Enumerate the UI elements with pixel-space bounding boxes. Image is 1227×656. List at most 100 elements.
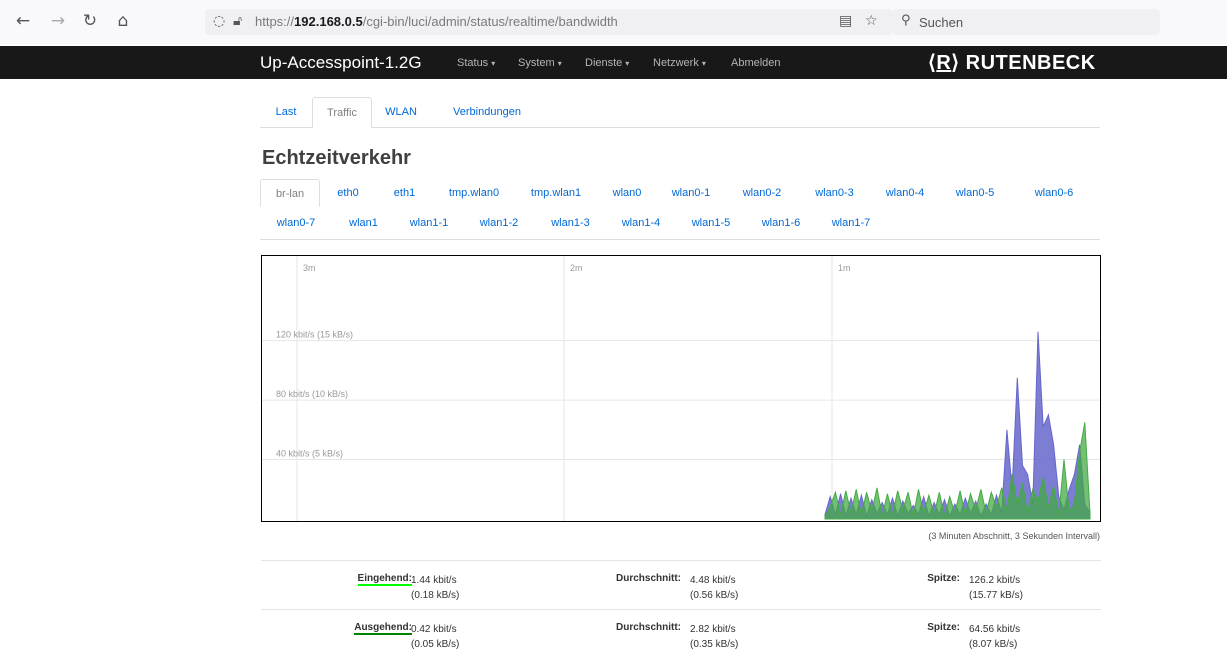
menu-dienste[interactable]: Dienste ▾: [585, 57, 629, 69]
incoming-label: Eingehend:: [357, 573, 412, 586]
outgoing-peak-label: Spitze:: [927, 622, 960, 633]
incoming-current-kbit: 1.44 kbit/s: [411, 575, 457, 586]
incoming-peak: 126.2 kbit/s (15.77 kB/s): [969, 573, 1023, 603]
outgoing-average-label: Durchschnitt:: [616, 622, 681, 633]
interface-tab-wlan1[interactable]: wlan1: [332, 209, 395, 237]
outgoing-average: 2.82 kbit/s (0.35 kB/s): [690, 622, 738, 652]
incoming-peak-kbit: 126.2 kbit/s: [969, 575, 1021, 586]
interface-tab-tmp-wlan1[interactable]: tmp.wlan1: [515, 179, 597, 207]
outgoing-average-kb: (0.35 kB/s): [690, 639, 739, 650]
menu-status[interactable]: Status ▾: [457, 57, 495, 69]
interface-tab-br-lan[interactable]: br-lan: [260, 179, 320, 207]
outgoing-current: 0.42 kbit/s (0.05 kB/s): [411, 622, 459, 652]
interface-tab-wlan1-1[interactable]: wlan1-1: [395, 209, 463, 237]
incoming-average-label: Durchschnitt:: [616, 573, 681, 584]
logo-text: RUTENBECK: [965, 52, 1096, 74]
incoming-average: 4.48 kbit/s (0.56 kB/s): [690, 573, 738, 603]
outgoing-label: Ausgehend:: [354, 622, 412, 635]
stats-row-incoming: Eingehend: 1.44 kbit/s (0.18 kB/s) Durchs…: [261, 560, 1101, 607]
outgoing-peak-kbit: 64.56 kbit/s: [969, 624, 1021, 635]
tab-wlan[interactable]: WLAN: [373, 97, 429, 127]
interface-tab-wlan1-3[interactable]: wlan1-3: [535, 209, 606, 237]
outgoing-average-kbit: 2.82 kbit/s: [690, 624, 736, 635]
caret-down-icon: ▾: [491, 59, 496, 68]
menu-netzwerk-label: Netzwerk: [653, 57, 699, 69]
status-tabs: Last Traffic WLAN Verbindungen: [260, 97, 1100, 128]
url-host: 192.168.0.5: [294, 14, 363, 29]
interface-tab-wlan0-3[interactable]: wlan0-3: [799, 179, 870, 207]
caret-down-icon: ▾: [625, 59, 630, 68]
menu-system-label: System: [518, 57, 555, 69]
caret-down-icon: ▾: [701, 59, 706, 68]
reload-icon[interactable]: ↻: [79, 10, 101, 32]
time-tick-label: 2m: [570, 263, 583, 273]
url-bar[interactable]: ◌ 🔓︎ https://192.168.0.5/cgi-bin/luci/ad…: [205, 9, 893, 35]
menu-status-label: Status: [457, 57, 489, 69]
bandwidth-graph: 3m 2m 1m 120 kbit/s (15 kB/s) 80 kbit/s (10 …: [261, 255, 1101, 522]
logo-mark: R: [936, 52, 952, 74]
browser-toolbar: ← → ↻ ⌂ ◌ 🔓︎ https://192.168.0.5/cgi-bin…: [0, 0, 1227, 44]
page-title: Echtzeitverkehr: [262, 147, 411, 169]
search-icon: ⚲: [901, 13, 911, 28]
incoming-traffic-area: [824, 331, 1091, 520]
interface-tab-wlan1-4[interactable]: wlan1-4: [606, 209, 676, 237]
tab-last[interactable]: Last: [260, 97, 312, 127]
time-tick-label: 1m: [838, 263, 851, 273]
incoming-current: 1.44 kbit/s (0.18 kB/s): [411, 573, 459, 603]
menu-netzwerk[interactable]: Netzwerk ▾: [653, 57, 706, 69]
incoming-legend: Eingehend:: [357, 573, 412, 586]
interface-tab-wlan0-2[interactable]: wlan0-2: [725, 179, 799, 207]
interface-tab-wlan1-5[interactable]: wlan1-5: [676, 209, 746, 237]
outgoing-legend: Ausgehend:: [354, 622, 412, 635]
time-tick-label: 3m: [303, 263, 316, 273]
value-tick-label: 120 kbit/s (15 kB/s): [276, 330, 353, 340]
interface-tab-eth0[interactable]: eth0: [320, 179, 376, 207]
value-tick-label: 80 kbit/s (10 kB/s): [276, 389, 348, 399]
interface-tab-tmp-wlan0[interactable]: tmp.wlan0: [433, 179, 515, 207]
menu-system[interactable]: System ▾: [518, 57, 562, 69]
interface-tab-wlan0-1[interactable]: wlan0-1: [657, 179, 725, 207]
interface-tab-wlan1-7[interactable]: wlan1-7: [816, 209, 886, 237]
interface-tab-wlan1-6[interactable]: wlan1-6: [746, 209, 816, 237]
home-icon[interactable]: ⌂: [112, 10, 134, 32]
tab-verbindungen[interactable]: Verbindungen: [438, 97, 536, 127]
value-tick-label: 40 kbit/s (5 kB/s): [276, 449, 343, 459]
url-path: /cgi-bin/luci/admin/status/realtime/band…: [362, 14, 618, 29]
incoming-peak-label: Spitze:: [927, 573, 960, 584]
back-icon[interactable]: ←: [12, 10, 34, 32]
graph-canvas: 3m 2m 1m 120 kbit/s (15 kB/s) 80 kbit/s (10 …: [262, 256, 1100, 521]
incoming-average-kbit: 4.48 kbit/s: [690, 575, 736, 586]
graph-interval-note: (3 Minuten Abschnitt, 3 Sekunden Interva…: [928, 531, 1100, 541]
outgoing-current-kb: (0.05 kB/s): [411, 639, 460, 650]
menu-abmelden[interactable]: Abmelden: [731, 57, 781, 69]
interface-tabs: br-lan eth0 eth1 tmp.wlan0 tmp.wlan1 wlan0 wla…: [260, 179, 1100, 240]
bookmark-star-icon[interactable]: ☆: [865, 13, 878, 29]
brand-hostname[interactable]: Up-Accesspoint-1.2G: [260, 53, 422, 73]
interface-tab-wlan0-5[interactable]: wlan0-5: [940, 179, 1010, 207]
url-prefix: https://: [255, 14, 295, 29]
outgoing-peak-kb: (8.07 kB/s): [969, 639, 1018, 650]
forward-icon[interactable]: →: [47, 10, 69, 32]
interface-tab-wlan0-4[interactable]: wlan0-4: [870, 179, 940, 207]
url-text[interactable]: https://192.168.0.5/cgi-bin/luci/admin/s…: [255, 14, 618, 29]
rutenbeck-logo: ⟨R⟩ RUTENBECK: [928, 52, 1096, 74]
menu-dienste-label: Dienste: [585, 57, 623, 69]
outgoing-current-kbit: 0.42 kbit/s: [411, 624, 457, 635]
search-placeholder: Suchen: [919, 15, 964, 30]
incoming-current-kb: (0.18 kB/s): [411, 590, 460, 601]
interface-tab-wlan0[interactable]: wlan0: [597, 179, 657, 207]
search-input[interactable]: ⚲ Suchen: [893, 9, 1160, 35]
interface-tab-eth1[interactable]: eth1: [376, 179, 433, 207]
interface-tab-wlan0-6[interactable]: wlan0-6: [1010, 179, 1098, 207]
interface-tab-wlan1-2[interactable]: wlan1-2: [463, 209, 535, 237]
reader-view-icon[interactable]: ▤: [839, 13, 852, 29]
incoming-average-kb: (0.56 kB/s): [690, 590, 739, 601]
shield-icon[interactable]: ◌: [213, 13, 225, 29]
tab-traffic[interactable]: Traffic: [312, 97, 372, 128]
outgoing-peak: 64.56 kbit/s (8.07 kB/s): [969, 622, 1020, 652]
app-header: Up-Accesspoint-1.2G Status ▾ System ▾ Dien…: [0, 46, 1227, 79]
lock-icon[interactable]: 🔓︎: [233, 13, 242, 29]
interface-tab-wlan0-7[interactable]: wlan0-7: [260, 209, 332, 237]
stats-row-outgoing: Ausgehend: 0.42 kbit/s (0.05 kB/s) Durchs…: [261, 609, 1101, 656]
caret-down-icon: ▾: [557, 59, 562, 68]
